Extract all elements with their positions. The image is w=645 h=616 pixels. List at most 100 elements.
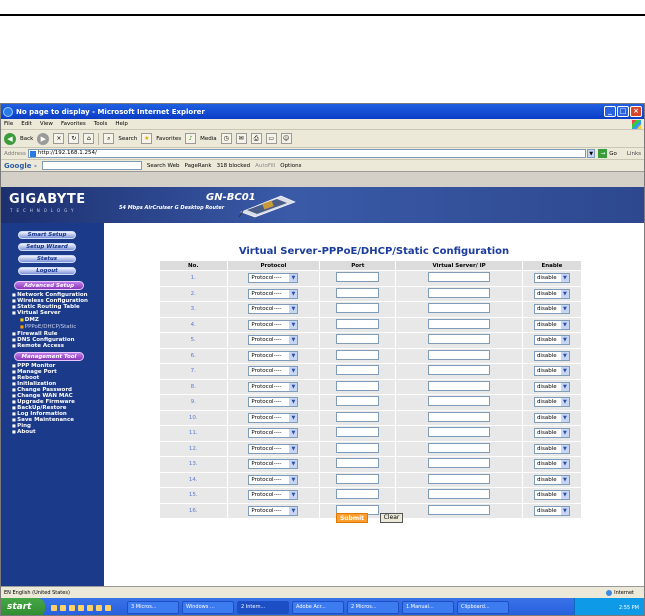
media-icon[interactable]: ♪ bbox=[185, 133, 197, 144]
quick-launch-icon[interactable] bbox=[60, 604, 66, 611]
virtual-server-ip-input[interactable] bbox=[428, 489, 491, 500]
menu-edit[interactable]: Edit bbox=[21, 121, 32, 127]
menu-file[interactable]: File bbox=[4, 121, 13, 127]
port-input[interactable] bbox=[336, 489, 380, 500]
taskbar-button[interactable]: 1.Manual... bbox=[402, 601, 454, 614]
protocol-select[interactable]: Protocol---- ▼ bbox=[248, 304, 299, 315]
port-input[interactable] bbox=[336, 349, 380, 360]
enable-select[interactable]: disable ▼ bbox=[533, 381, 570, 392]
go-arrow-icon[interactable]: → bbox=[598, 149, 608, 158]
quick-launch-icon[interactable] bbox=[69, 604, 75, 611]
enable-select[interactable]: disable ▼ bbox=[533, 335, 570, 346]
chevron-down-icon[interactable]: ▼ bbox=[560, 336, 569, 345]
advanced-setup-header[interactable]: Advanced Setup bbox=[14, 281, 84, 290]
port-input[interactable] bbox=[336, 318, 380, 329]
chevron-down-icon[interactable]: ▼ bbox=[560, 429, 569, 438]
chevron-down-icon[interactable]: ▼ bbox=[289, 475, 298, 484]
enable-select[interactable]: disable ▼ bbox=[533, 366, 570, 377]
chevron-down-icon[interactable]: ▼ bbox=[560, 491, 569, 500]
port-input[interactable] bbox=[336, 411, 380, 422]
virtual-server-ip-input[interactable] bbox=[428, 504, 491, 515]
chevron-down-icon[interactable]: ▼ bbox=[289, 398, 298, 407]
virtual-server-ip-input[interactable] bbox=[428, 349, 491, 360]
enable-select[interactable]: disable ▼ bbox=[533, 459, 570, 470]
favorites-star-icon[interactable]: ★ bbox=[141, 133, 153, 144]
smart-setup-button[interactable]: Smart Setup bbox=[18, 231, 76, 239]
menu-tools[interactable]: Tools bbox=[94, 121, 108, 127]
back-button[interactable]: Back bbox=[20, 136, 33, 142]
chevron-down-icon[interactable]: ▼ bbox=[289, 305, 298, 314]
protocol-select[interactable]: Protocol---- ▼ bbox=[248, 412, 299, 423]
chevron-down-icon[interactable]: ▼ bbox=[289, 367, 298, 376]
protocol-select[interactable]: Protocol---- ▼ bbox=[248, 288, 299, 299]
protocol-select[interactable]: Protocol---- ▼ bbox=[248, 474, 299, 485]
virtual-server-ip-input[interactable] bbox=[428, 365, 491, 376]
nav-virtual-server[interactable]: Virtual Server bbox=[12, 310, 60, 316]
quick-launch-icon[interactable] bbox=[51, 604, 57, 611]
chevron-down-icon[interactable]: ▼ bbox=[289, 382, 298, 391]
chevron-down-icon[interactable]: ▼ bbox=[289, 491, 298, 500]
enable-select[interactable]: disable ▼ bbox=[533, 505, 570, 516]
protocol-select[interactable]: Protocol---- ▼ bbox=[248, 459, 299, 470]
logout-button[interactable]: Logout bbox=[18, 267, 76, 275]
popup-blocked-button[interactable]: 318 blocked bbox=[217, 163, 251, 169]
language-indicator[interactable]: EN English (United States) bbox=[4, 590, 70, 596]
protocol-select[interactable]: Protocol---- ▼ bbox=[248, 443, 299, 454]
chevron-down-icon[interactable]: ▼ bbox=[560, 367, 569, 376]
port-input[interactable] bbox=[336, 473, 380, 484]
nav-pppoe-dhcp-static[interactable]: PPPoE/DHCP/Static bbox=[20, 324, 77, 330]
chevron-down-icon[interactable]: ▼ bbox=[560, 444, 569, 453]
port-input[interactable] bbox=[336, 427, 380, 438]
links-button[interactable]: Links bbox=[627, 151, 641, 157]
chevron-down-icon[interactable]: ▼ bbox=[560, 274, 569, 283]
enable-select[interactable]: disable ▼ bbox=[533, 397, 570, 408]
virtual-server-ip-input[interactable] bbox=[428, 303, 491, 314]
port-input[interactable] bbox=[336, 396, 380, 407]
refresh-icon[interactable]: ↻ bbox=[68, 133, 80, 144]
virtual-server-ip-input[interactable] bbox=[428, 473, 491, 484]
port-input[interactable] bbox=[336, 287, 380, 298]
virtual-server-ip-input[interactable] bbox=[428, 272, 491, 283]
enable-select[interactable]: disable ▼ bbox=[533, 474, 570, 485]
virtual-server-ip-input[interactable] bbox=[428, 458, 491, 469]
menu-favorites[interactable]: Favorites bbox=[61, 121, 86, 127]
protocol-select[interactable]: Protocol---- ▼ bbox=[248, 397, 299, 408]
chevron-down-icon[interactable]: ▼ bbox=[560, 413, 569, 422]
submit-button[interactable]: Submit bbox=[336, 513, 368, 523]
virtual-server-ip-input[interactable] bbox=[428, 334, 491, 345]
virtual-server-ip-input[interactable] bbox=[428, 442, 491, 453]
chevron-down-icon[interactable]: ▼ bbox=[560, 506, 569, 515]
history-icon[interactable]: ◷ bbox=[220, 133, 232, 144]
chevron-down-icon[interactable]: ▼ bbox=[560, 305, 569, 314]
quick-launch-icon[interactable] bbox=[96, 604, 102, 611]
enable-select[interactable]: disable ▼ bbox=[533, 428, 570, 439]
port-input[interactable] bbox=[336, 365, 380, 376]
chevron-down-icon[interactable]: ▼ bbox=[289, 429, 298, 438]
chevron-down-icon[interactable]: ▼ bbox=[560, 460, 569, 469]
maximize-button[interactable]: □ bbox=[617, 106, 629, 117]
forward-arrow-icon[interactable]: ▶ bbox=[37, 132, 50, 145]
taskbar-button[interactable]: Windows ... bbox=[182, 601, 234, 614]
media-button[interactable]: Media bbox=[200, 136, 217, 142]
chevron-down-icon[interactable]: ▼ bbox=[289, 320, 298, 329]
chevron-down-icon[interactable]: ▼ bbox=[289, 274, 298, 283]
go-button[interactable]: Go bbox=[609, 151, 617, 157]
nav-remote-access[interactable]: Remote Access bbox=[12, 343, 64, 349]
chevron-down-icon[interactable]: ▼ bbox=[560, 398, 569, 407]
chevron-down-icon[interactable]: ▼ bbox=[289, 336, 298, 345]
virtual-server-ip-input[interactable] bbox=[428, 380, 491, 391]
virtual-server-ip-input[interactable] bbox=[428, 427, 491, 438]
home-icon[interactable]: ⌂ bbox=[83, 133, 95, 144]
port-input[interactable] bbox=[336, 458, 380, 469]
enable-select[interactable]: disable ▼ bbox=[533, 288, 570, 299]
enable-select[interactable]: disable ▼ bbox=[533, 273, 570, 284]
taskbar-button-active[interactable]: 2 Intern... bbox=[237, 601, 289, 614]
search-icon[interactable]: ⌕ bbox=[103, 133, 115, 144]
chevron-down-icon[interactable]: ▼ bbox=[289, 506, 298, 515]
taskbar-button[interactable]: Adobe Acr... bbox=[292, 601, 344, 614]
menu-help[interactable]: Help bbox=[115, 121, 128, 127]
management-tool-header[interactable]: Management Tool bbox=[14, 352, 84, 361]
google-logo[interactable]: Google - bbox=[4, 162, 37, 170]
quick-launch-icon[interactable] bbox=[105, 604, 111, 611]
protocol-select[interactable]: Protocol---- ▼ bbox=[248, 505, 299, 516]
